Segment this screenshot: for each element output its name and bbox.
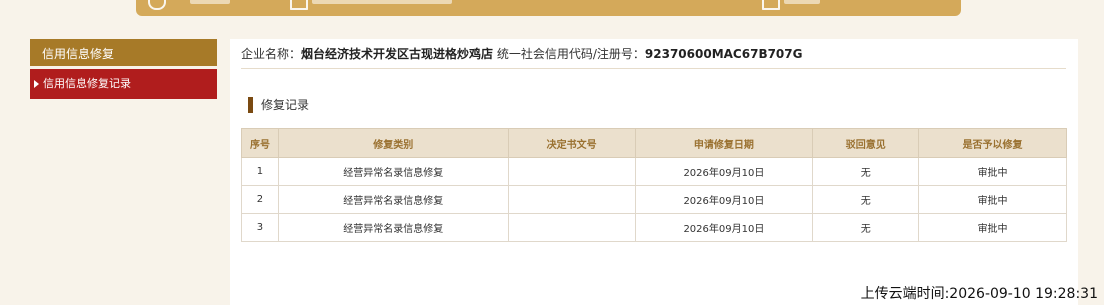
- section-title-text: 修复记录: [261, 98, 310, 112]
- cell-status: 审批中: [918, 185, 1067, 214]
- sidebar: 信用信息修复 信用信息修复记录: [30, 39, 217, 99]
- table-row: 2 经营异常名录信息修复 2026年09月10日 无 审批中: [241, 185, 1067, 214]
- table-row: 1 经营异常名录信息修复 2026年09月10日 无 审批中: [241, 157, 1067, 186]
- company-name-label: 企业名称：: [241, 47, 302, 61]
- main-panel: 企业名称：烟台经济技术开发区古现进格炒鸡店 统一社会信用代码/注册号：92370…: [230, 39, 1078, 305]
- credit-code: 92370600MAC67B707G: [644, 47, 803, 61]
- cell-decision-no: [507, 157, 636, 186]
- cell-apply-date: 2026年09月10日: [634, 213, 814, 242]
- section-title: 修复记录: [248, 97, 309, 113]
- cell-index: 3: [241, 213, 279, 242]
- cell-category: 经营异常名录信息修复: [277, 213, 509, 242]
- cell-index: 2: [241, 185, 279, 214]
- col-header-decision-no: 决定书文号: [507, 128, 636, 158]
- nav-item[interactable]: [190, 0, 230, 4]
- cell-apply-date: 2026年09月10日: [634, 185, 814, 214]
- table-row: 3 经营异常名录信息修复 2026年09月10日 无 审批中: [241, 213, 1067, 242]
- table-header-row: 序号 修复类别 决定书文号 申请修复日期 驳回意见 是否予以修复: [241, 128, 1067, 158]
- company-info: 企业名称：烟台经济技术开发区古现进格炒鸡店 统一社会信用代码/注册号：92370…: [241, 46, 1066, 69]
- col-header-approved: 是否予以修复: [918, 128, 1067, 158]
- nav-item[interactable]: [784, 0, 820, 4]
- caret-right-icon: [34, 80, 39, 88]
- document-icon[interactable]: [762, 0, 780, 10]
- top-nav-bar: [136, 0, 961, 16]
- cell-status: 审批中: [918, 213, 1067, 242]
- cell-category: 经营异常名录信息修复: [277, 157, 509, 186]
- nav-item[interactable]: [312, 0, 452, 4]
- company-name: 烟台经济技术开发区古现进格炒鸡店: [301, 47, 494, 61]
- cell-decision-no: [507, 213, 636, 242]
- col-header-category: 修复类别: [277, 128, 509, 158]
- repair-records-table: 序号 修复类别 决定书文号 申请修复日期 驳回意见 是否予以修复 1 经营异常名…: [241, 128, 1067, 242]
- sidebar-item-label: 信用信息修复记录: [43, 77, 131, 90]
- cell-rejection: 无: [812, 213, 920, 242]
- cell-rejection: 无: [812, 185, 920, 214]
- col-header-apply-date: 申请修复日期: [634, 128, 814, 158]
- cell-status: 审批中: [918, 157, 1067, 186]
- section-marker: [248, 97, 253, 113]
- cell-decision-no: [507, 185, 636, 214]
- cell-apply-date: 2026年09月10日: [634, 157, 814, 186]
- cell-rejection: 无: [812, 157, 920, 186]
- col-header-rejection: 驳回意见: [812, 128, 920, 158]
- nav-icon[interactable]: [148, 0, 166, 10]
- upload-timestamp: 上传云端时间:2026-09-10 19:28:31: [860, 286, 1098, 302]
- sidebar-heading[interactable]: 信用信息修复: [30, 39, 217, 69]
- credit-code-label: 统一社会信用代码/注册号：: [496, 47, 645, 61]
- document-icon[interactable]: [290, 0, 308, 10]
- cell-category: 经营异常名录信息修复: [277, 185, 509, 214]
- sidebar-item-repair-records[interactable]: 信用信息修复记录: [30, 69, 217, 99]
- cell-index: 1: [241, 157, 279, 186]
- col-header-index: 序号: [241, 128, 279, 158]
